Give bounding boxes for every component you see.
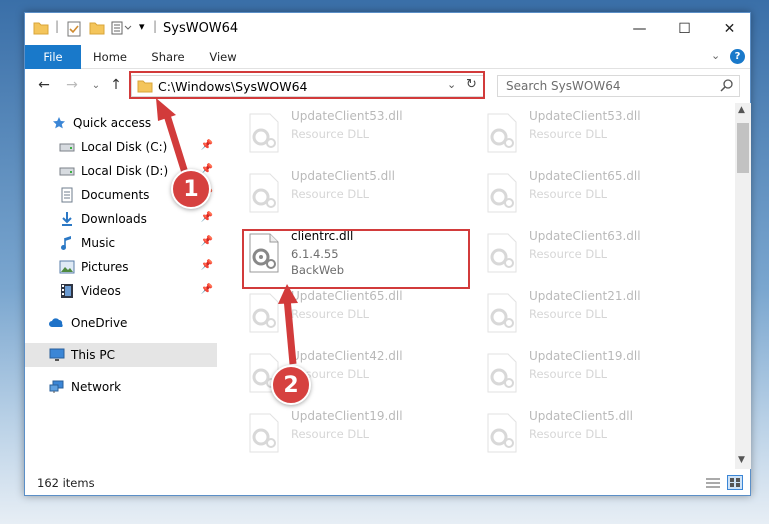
step-2-marker: 2: [271, 365, 311, 405]
step-1-marker: 1: [171, 169, 211, 209]
annotation-arrows: [156, 98, 298, 365]
